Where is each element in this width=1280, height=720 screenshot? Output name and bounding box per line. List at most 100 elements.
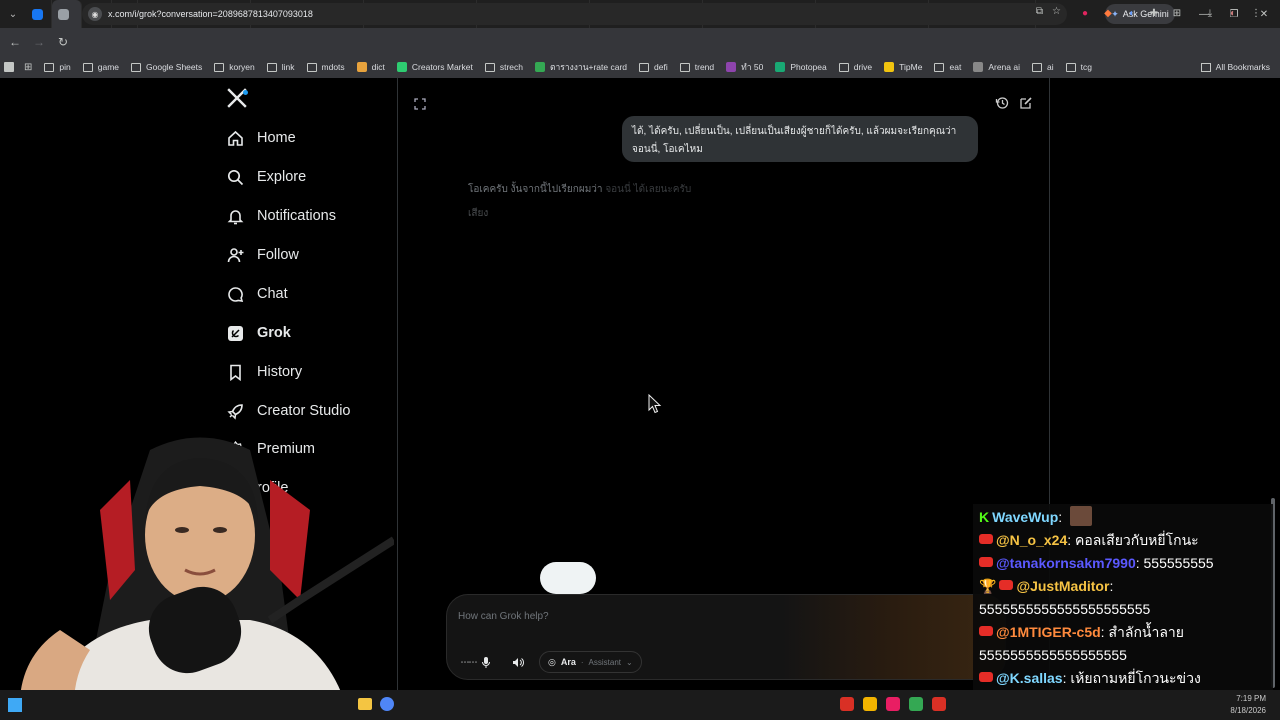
profile-avatar-icon[interactable]: ◐ bbox=[1226, 6, 1240, 20]
all-bookmarks-button[interactable]: All Bookmarks bbox=[1200, 56, 1270, 78]
bookmark-folder[interactable]: pin bbox=[44, 62, 71, 72]
bookmark-link[interactable]: Creators Market bbox=[396, 62, 473, 72]
system-tray-icons bbox=[840, 697, 946, 711]
extensions-menu-icon[interactable]: ⊞ bbox=[1170, 6, 1184, 20]
tray-yellow-icon[interactable] bbox=[863, 697, 877, 711]
chat-username: @1MTIGER-c5d bbox=[996, 624, 1101, 640]
browser-tab[interactable] bbox=[26, 0, 52, 28]
bookmark-favicon-icon bbox=[356, 62, 367, 72]
address-bar[interactable]: ◉ x.com/i/grok?conversation=208968781340… bbox=[82, 3, 1067, 25]
chat-username: WaveWup bbox=[992, 509, 1059, 525]
bookmark-folder[interactable]: tcg bbox=[1065, 62, 1092, 72]
browser-tab[interactable] bbox=[52, 0, 82, 28]
chat-avatar bbox=[1070, 506, 1093, 526]
sidebar-item-follow[interactable]: Follow bbox=[226, 240, 299, 270]
persona-name: Ara bbox=[560, 657, 576, 667]
tray-green-icon[interactable] bbox=[909, 697, 923, 711]
tray-record-icon[interactable] bbox=[932, 697, 946, 711]
bookmark-favicon-icon bbox=[973, 62, 984, 72]
sidebar-item-history[interactable]: History bbox=[226, 357, 302, 387]
system-clock[interactable]: 7:19 PM 8/18/2026 bbox=[1230, 693, 1266, 717]
chat-message: @1MTIGER-c5d: สำลักน้ำลาย bbox=[979, 621, 1267, 644]
back-icon[interactable]: ← bbox=[3, 30, 27, 54]
microphone-icon bbox=[481, 656, 490, 668]
chat-text: 555555555 bbox=[1143, 555, 1214, 571]
bookmark-folder[interactable]: strech bbox=[484, 62, 523, 72]
sidebar-item-notifications[interactable]: Notifications bbox=[226, 201, 336, 231]
new-chat-edit-icon[interactable] bbox=[1019, 96, 1033, 110]
bookmark-icon bbox=[226, 363, 244, 381]
folder-icon bbox=[934, 62, 945, 72]
bookmark-folder[interactable]: link bbox=[266, 62, 295, 72]
bookmark-folder[interactable]: game bbox=[82, 62, 119, 72]
bookmark-folder[interactable]: eat bbox=[934, 62, 961, 72]
start-icon[interactable] bbox=[8, 698, 22, 712]
bookmark-folder[interactable]: mdots bbox=[306, 62, 345, 72]
follow-icon bbox=[226, 246, 244, 264]
folder-icon bbox=[838, 62, 849, 72]
bookmark-link[interactable]: Arena ai bbox=[973, 62, 1020, 72]
sidebar-item-explore[interactable]: Explore bbox=[226, 162, 306, 192]
forward-icon[interactable]: → bbox=[27, 30, 51, 54]
sidebar-item-chat[interactable]: Chat bbox=[226, 279, 288, 309]
file-explorer-icon[interactable] bbox=[358, 698, 372, 710]
chat-text: คอลเสียวกับหยี่โกนะ bbox=[1075, 532, 1199, 548]
bookmark-link[interactable]: dict bbox=[356, 62, 385, 72]
bookmark-folder[interactable]: Google Sheets bbox=[131, 62, 202, 72]
bookmark-folder[interactable]: ai bbox=[1031, 62, 1054, 72]
browser-menu-icon[interactable]: ⋮ bbox=[1249, 6, 1263, 20]
facebook-icon bbox=[32, 8, 43, 20]
sidebar-item-grok[interactable]: Grok bbox=[226, 318, 291, 348]
extension-fox-icon[interactable]: ◆ bbox=[1101, 6, 1115, 20]
extension-audio-icon[interactable]: ◖ bbox=[1124, 6, 1138, 20]
tab-search-chevron-icon[interactable]: ⌄ bbox=[0, 0, 26, 28]
grok-icon bbox=[58, 8, 69, 20]
bookmark-label: game bbox=[97, 62, 119, 72]
bookmark-favicon-icon bbox=[396, 62, 407, 72]
bookmark-folder[interactable]: drive bbox=[838, 62, 872, 72]
chat-message: K WaveWup: bbox=[979, 506, 1267, 529]
chat-text: 5555555555555555555 bbox=[979, 647, 1127, 663]
sidebar-item-label: Grok bbox=[257, 325, 291, 341]
bookmark-link[interactable]: ทำ 50 bbox=[726, 60, 763, 74]
bookmark-folder[interactable]: defi bbox=[639, 62, 668, 72]
chat-separator: : bbox=[1067, 532, 1076, 548]
speaker-icon[interactable] bbox=[507, 651, 529, 673]
history-clock-icon[interactable] bbox=[995, 96, 1009, 110]
extension-puzzle-icon[interactable]: ✚ bbox=[1147, 6, 1161, 20]
folder-icon bbox=[1031, 62, 1042, 72]
bookmark-link[interactable]: Photopea bbox=[775, 62, 827, 72]
folder-icon bbox=[679, 62, 690, 72]
bookmark-folder[interactable]: koryen bbox=[214, 62, 255, 72]
tray-red-icon[interactable] bbox=[840, 697, 854, 711]
download-icon[interactable]: ⤓ bbox=[1203, 6, 1217, 20]
grok-reply-text: โอเคครับ งั้นจากนี้ไปเรียกผมว่า bbox=[468, 184, 603, 195]
voice-mode-button[interactable]: ⋯⋯ bbox=[455, 651, 495, 673]
sidebar-toggle-icon[interactable] bbox=[4, 62, 14, 72]
tray-pink-icon[interactable] bbox=[886, 697, 900, 711]
bookmark-label: Arena ai bbox=[988, 62, 1020, 72]
site-info-icon[interactable]: ◉ bbox=[88, 7, 102, 21]
bookmark-link[interactable]: TipMe bbox=[884, 62, 922, 72]
extension-red-icon[interactable]: ● bbox=[1078, 6, 1092, 20]
folder-icon bbox=[639, 62, 650, 72]
x-logo-icon[interactable] bbox=[227, 88, 255, 116]
folder-icon bbox=[484, 62, 495, 72]
chrome-icon[interactable] bbox=[380, 697, 394, 711]
youtube-icon bbox=[979, 557, 993, 567]
bookmark-star-icon[interactable]: ☆ bbox=[1052, 6, 1061, 17]
apps-grid-icon[interactable]: ⊞ bbox=[24, 62, 32, 73]
separator-dot: · bbox=[580, 657, 584, 667]
sidebar-item-home[interactable]: Home bbox=[226, 123, 296, 153]
reload-icon[interactable]: ↻ bbox=[51, 30, 75, 54]
bookmark-folder[interactable]: trend bbox=[679, 62, 714, 72]
voice-persona-selector[interactable]: ◎ Ara · Assistant ⌄ bbox=[539, 651, 642, 673]
sidebar-item-label: Creator Studio bbox=[257, 403, 351, 419]
chat-separator: : bbox=[1135, 555, 1144, 571]
cast-icon[interactable]: ⧉ bbox=[1036, 6, 1043, 17]
prompt-input[interactable]: How can Grok help? bbox=[458, 611, 549, 622]
expand-icon[interactable] bbox=[414, 98, 426, 110]
bookmark-link[interactable]: ตารางงาน+rate card bbox=[535, 60, 627, 74]
bookmark-favicon-icon bbox=[726, 62, 737, 72]
chat-message: 5555555555555555555555 bbox=[979, 598, 1267, 621]
